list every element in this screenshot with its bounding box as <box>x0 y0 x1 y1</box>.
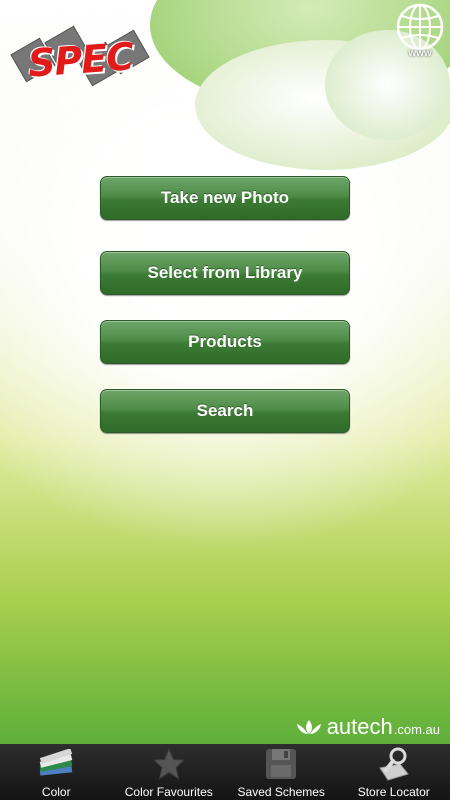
floppy-disk-icon <box>261 745 301 783</box>
www-link[interactable]: www <box>394 2 446 62</box>
products-button[interactable]: Products <box>100 320 350 364</box>
bottom-tab-bar: Color Color Favourites Saved Schemes Sto… <box>0 744 450 800</box>
color-swatches-icon <box>36 745 76 783</box>
products-label: Products <box>188 332 262 351</box>
logo-text: SPEC <box>26 34 135 86</box>
tab-store-locator-label: Store Locator <box>357 785 430 799</box>
autech-name: autech <box>326 714 393 739</box>
select-from-library-button[interactable]: Select from Library <box>100 251 350 295</box>
tab-saved-schemes[interactable]: Saved Schemes <box>225 744 338 800</box>
search-label: Search <box>196 401 254 420</box>
take-new-photo-button[interactable]: Take new Photo <box>100 176 350 220</box>
autech-logo: autech .com.au <box>294 714 440 740</box>
tab-store-locator[interactable]: Store Locator <box>338 744 450 800</box>
star-icon <box>149 745 189 783</box>
autech-domain: .com.au <box>393 721 440 737</box>
search-button[interactable]: Search <box>100 389 350 433</box>
tab-saved-schemes-label: Saved Schemes <box>237 785 325 799</box>
spec-logo: SPEC <box>10 25 150 90</box>
lotus-icon <box>296 720 321 734</box>
take-new-photo-label: Take new Photo <box>160 188 290 207</box>
www-label: www <box>408 48 432 59</box>
tab-color-favourites[interactable]: Color Favourites <box>113 744 226 800</box>
tab-color-label: Color <box>41 785 71 799</box>
map-search-icon <box>374 745 414 783</box>
tab-color[interactable]: Color <box>0 744 113 800</box>
globe-icon <box>396 3 444 51</box>
select-from-library-label: Select from Library <box>147 263 303 282</box>
tab-color-favourites-label: Color Favourites <box>124 785 213 799</box>
